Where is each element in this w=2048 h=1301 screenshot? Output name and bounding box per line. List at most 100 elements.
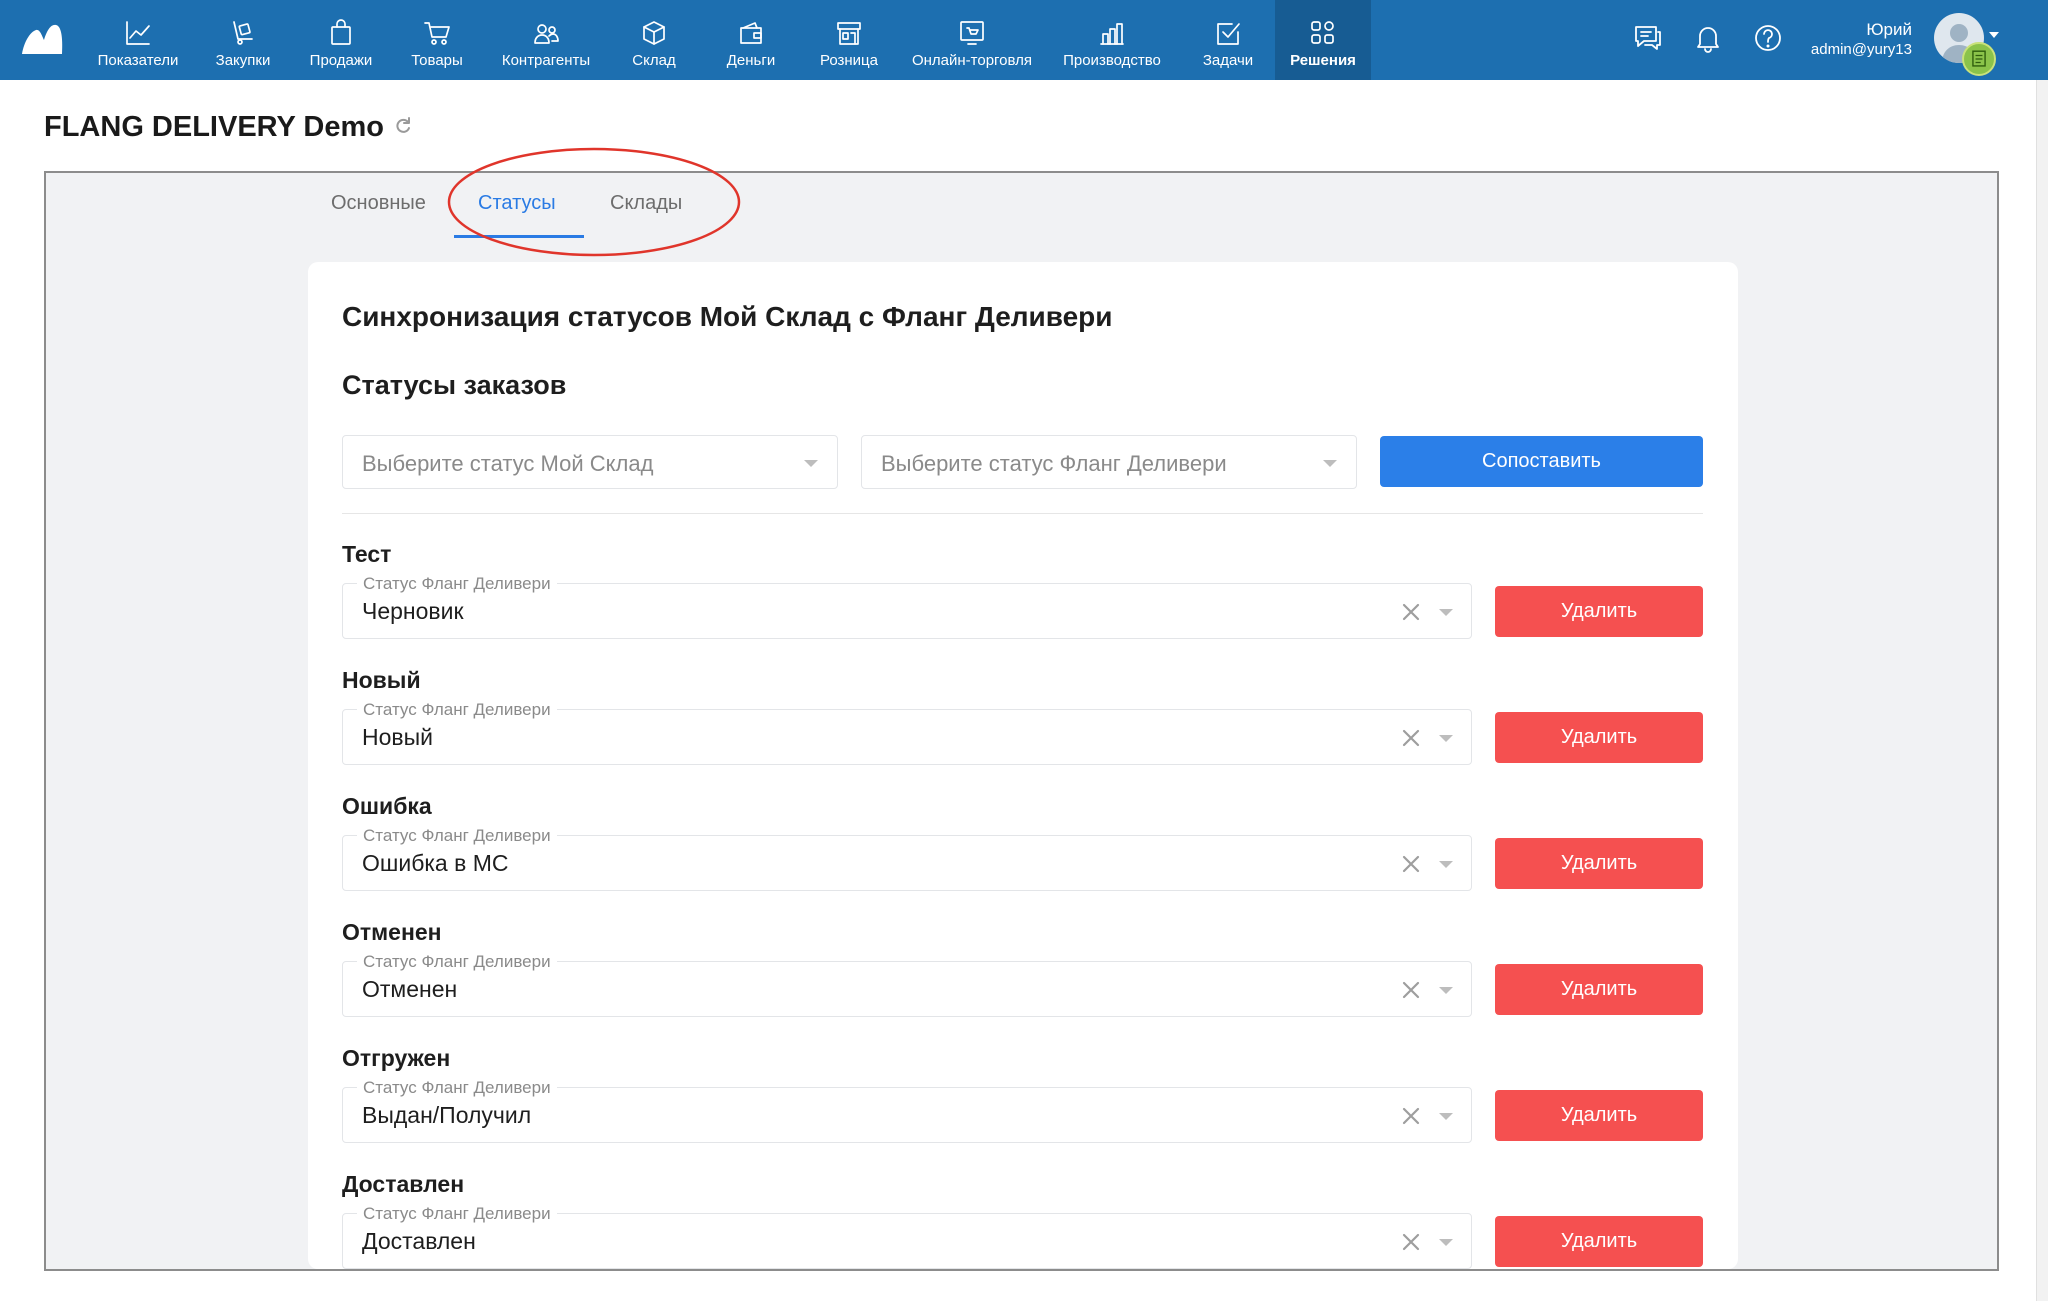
scrollbar[interactable] — [2036, 80, 2048, 1301]
nav-item-label: Решения — [1290, 52, 1356, 69]
user-email[interactable]: admin@yury13 — [1811, 41, 1912, 58]
moysklad-status-select[interactable]: Выберите статус Мой Склад — [342, 435, 838, 489]
apps-grid-icon — [1308, 18, 1338, 48]
chevron-down-icon[interactable] — [1439, 1239, 1453, 1246]
mapping-title: Тест — [342, 541, 392, 567]
field-value: Отменен — [362, 976, 458, 1002]
field-label: Статус Фланг Деливери — [357, 952, 557, 972]
chevron-down-icon — [1323, 460, 1337, 467]
nav-item-solutions[interactable]: Решения — [1275, 0, 1371, 80]
divider — [342, 513, 1703, 514]
clear-icon[interactable] — [1401, 728, 1421, 748]
clear-icon[interactable] — [1401, 602, 1421, 622]
online-shop-icon — [957, 18, 987, 48]
nav-item-label: Онлайн-торговля — [911, 52, 1033, 69]
delete-button[interactable]: Удалить — [1495, 712, 1703, 763]
nav-item-sales[interactable]: Продажи — [300, 0, 382, 80]
shopping-bag-icon — [326, 18, 356, 48]
help-icon[interactable] — [1752, 22, 1784, 54]
mapping-title: Доставлен — [342, 1171, 465, 1197]
chevron-down-icon[interactable] — [1439, 987, 1453, 994]
field-value: Выдан/Получил — [362, 1102, 532, 1128]
page-title: FLANG DELIVERY Demo — [44, 111, 384, 143]
chevron-down-icon[interactable] — [1439, 1113, 1453, 1120]
moysklad-logo-icon[interactable] — [20, 22, 64, 56]
field-value: Черновик — [362, 598, 464, 624]
chart-line-icon — [123, 18, 153, 48]
field-value: Ошибка в МС — [362, 850, 509, 876]
flang-status-select[interactable]: Выберите статус Фланг Деливери — [861, 435, 1357, 489]
nav-item-label: Показатели — [97, 52, 179, 69]
field-value: Доставлен — [362, 1228, 476, 1254]
mapping-status-field[interactable]: Статус Фланг Деливери Доставлен — [342, 1204, 1472, 1269]
chevron-down-icon[interactable] — [1439, 609, 1453, 616]
delete-button[interactable]: Удалить — [1495, 1090, 1703, 1141]
users-icon — [531, 18, 561, 48]
wallet-icon — [736, 18, 766, 48]
nav-item-label: Деньги — [726, 52, 776, 69]
field-label: Статус Фланг Деливери — [357, 826, 557, 846]
nav-item-label: Продажи — [309, 52, 373, 69]
nav-item-indicators[interactable]: Показатели — [90, 0, 186, 80]
select-placeholder: Выберите статус Фланг Деливери — [881, 451, 1227, 476]
nav-item-warehouse[interactable]: Склад — [616, 0, 692, 80]
field-value: Новый — [362, 724, 433, 750]
mapping-title: Новый — [342, 667, 421, 693]
nav-item-label: Закупки — [215, 52, 271, 69]
nav-item-label: Склад — [632, 52, 676, 69]
clear-icon[interactable] — [1401, 1106, 1421, 1126]
field-label: Статус Фланг Деливери — [357, 574, 557, 594]
mapping-status-field[interactable]: Статус Фланг Деливери Выдан/Получил — [342, 1078, 1472, 1143]
nav-item-label: Задачи — [1202, 52, 1254, 69]
factory-icon — [1097, 18, 1127, 48]
highlight-ellipse — [447, 147, 741, 257]
top-navigation-bar: Показатели Закупки Продажи Товары Контра… — [0, 0, 2048, 80]
delete-button[interactable]: Удалить — [1495, 838, 1703, 889]
nav-item-purchases[interactable]: Закупки — [204, 0, 282, 80]
tab-main[interactable]: Основные — [331, 192, 426, 215]
delete-button[interactable]: Удалить — [1495, 964, 1703, 1015]
cart-dolly-icon — [228, 18, 258, 48]
user-name[interactable]: Юрий — [1866, 20, 1912, 40]
mapping-status-field[interactable]: Статус Фланг Деливери Отменен — [342, 952, 1472, 1017]
nav-item-products[interactable]: Товары — [400, 0, 474, 80]
nav-item-online-trade[interactable]: Онлайн-торговля — [906, 0, 1038, 80]
refresh-icon[interactable] — [393, 116, 413, 136]
sync-heading: Синхронизация статусов Мой Склад с Фланг… — [342, 301, 1113, 332]
nav-item-label: Контрагенты — [501, 52, 591, 69]
field-label: Статус Фланг Деливери — [357, 1078, 557, 1098]
clear-icon[interactable] — [1401, 854, 1421, 874]
match-button[interactable]: Сопоставить — [1380, 436, 1703, 487]
nav-item-label: Товары — [411, 52, 463, 69]
field-label: Статус Фланг Деливери — [357, 1204, 557, 1224]
nav-item-label: Производство — [1063, 52, 1161, 69]
box-icon — [639, 18, 669, 48]
order-statuses-heading: Статусы заказов — [342, 370, 567, 400]
clear-icon[interactable] — [1401, 1232, 1421, 1252]
delete-button[interactable]: Удалить — [1495, 586, 1703, 637]
mapping-title: Отгружен — [342, 1045, 451, 1071]
mapping-status-field[interactable]: Статус Фланг Деливери Новый — [342, 700, 1472, 765]
mapping-status-field[interactable]: Статус Фланг Деливери Ошибка в МС — [342, 826, 1472, 891]
nav-item-contractors[interactable]: Контрагенты — [490, 0, 602, 80]
clear-icon[interactable] — [1401, 980, 1421, 1000]
cart-icon — [422, 18, 452, 48]
nav-item-money[interactable]: Деньги — [710, 0, 792, 80]
nav-item-retail[interactable]: Розница — [808, 0, 890, 80]
select-placeholder: Выберите статус Мой Склад — [362, 451, 654, 476]
nav-item-label: Розница — [820, 52, 878, 69]
mapping-title: Отменен — [342, 919, 442, 945]
mapping-status-field[interactable]: Статус Фланг Деливери Черновик — [342, 574, 1472, 639]
delete-button[interactable]: Удалить — [1495, 1216, 1703, 1267]
field-label: Статус Фланг Деливери — [357, 700, 557, 720]
chevron-down-icon[interactable] — [1439, 735, 1453, 742]
storefront-icon — [834, 18, 864, 48]
bell-icon[interactable] — [1692, 22, 1724, 54]
nav-item-tasks[interactable]: Задачи — [1190, 0, 1266, 80]
chevron-down-icon[interactable] — [1989, 32, 1999, 38]
mapping-title: Ошибка — [342, 793, 432, 819]
chevron-down-icon[interactable] — [1439, 861, 1453, 868]
chat-icon[interactable] — [1632, 22, 1664, 54]
nav-item-production[interactable]: Производство — [1052, 0, 1172, 80]
chevron-down-icon — [804, 460, 818, 467]
